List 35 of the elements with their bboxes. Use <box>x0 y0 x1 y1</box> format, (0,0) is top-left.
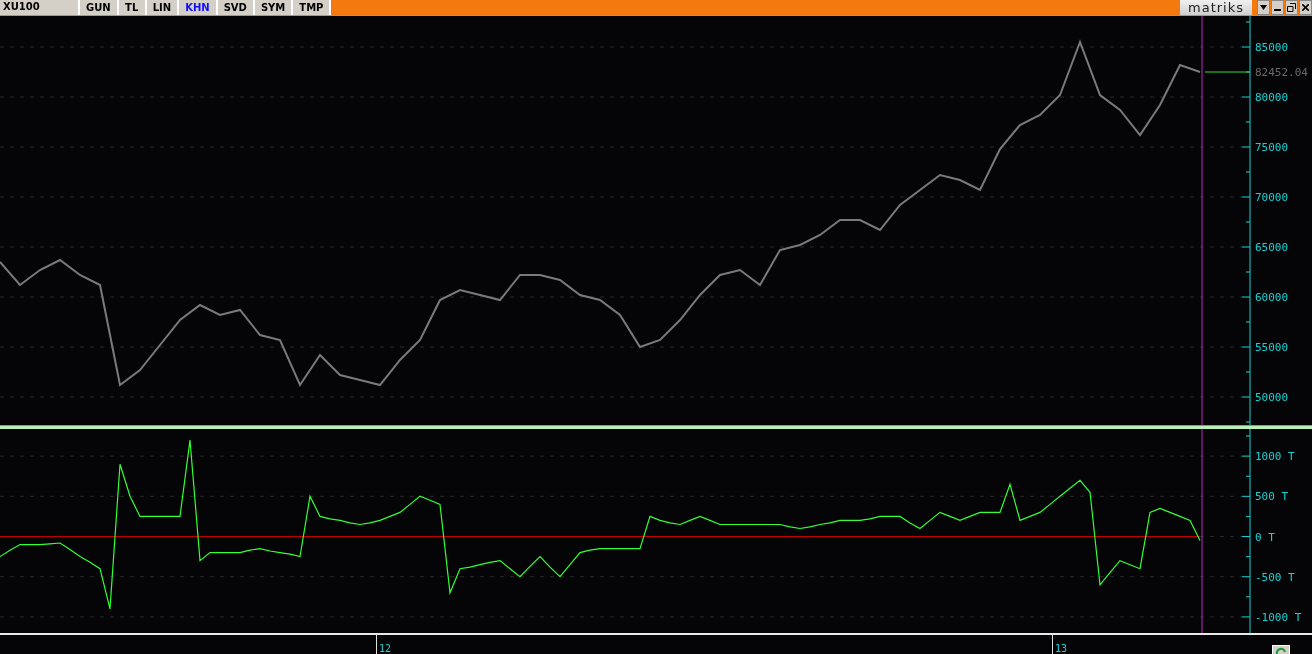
restore-button[interactable] <box>1285 0 1298 15</box>
chart-tab[interactable]: LIN <box>146 0 180 15</box>
axis-label: 50000 <box>1255 391 1289 404</box>
refresh-icon <box>1275 646 1287 654</box>
axis-label: 75000 <box>1255 141 1289 154</box>
axis-label: 65000 <box>1255 241 1289 254</box>
time-label: 12 <box>376 634 392 654</box>
close-icon <box>1302 4 1309 11</box>
axis-label: 60000 <box>1255 291 1289 304</box>
chart-tab[interactable]: GUN <box>80 0 119 15</box>
symbol-field[interactable]: XU100 <box>0 0 80 15</box>
close-button[interactable] <box>1299 0 1312 15</box>
axis-label: 1000 T <box>1255 450 1295 463</box>
axis-label: 0 T <box>1255 530 1275 544</box>
chart-tab[interactable]: SVD <box>217 0 255 15</box>
chart-tab[interactable]: TL <box>118 0 147 15</box>
axis-label: 85000 <box>1255 41 1289 54</box>
last-price-label: 82452.04 <box>1255 66 1308 79</box>
price-leader-line <box>1204 71 1251 73</box>
axis-label: -500 T <box>1255 570 1295 584</box>
minimize-button[interactable] <box>1271 0 1284 15</box>
chart-tab[interactable]: TMP <box>293 0 332 15</box>
dropdown-button[interactable] <box>1257 0 1270 15</box>
restore-icon <box>1287 3 1296 12</box>
time-label: 13 <box>1052 634 1068 654</box>
axis-label: 80000 <box>1255 91 1289 104</box>
brand-logo: matriks <box>1180 0 1252 15</box>
refresh-button[interactable] <box>1272 644 1290 654</box>
chart-tab[interactable]: SYM <box>254 0 294 15</box>
axis-label: -1000 T <box>1255 610 1302 624</box>
axis-label: 500 T <box>1255 490 1289 504</box>
axis-label: 55000 <box>1255 341 1289 354</box>
chart-tab[interactable]: KHN <box>179 0 218 15</box>
caret-icon <box>1260 5 1267 10</box>
axis-label: 70000 <box>1255 191 1289 204</box>
